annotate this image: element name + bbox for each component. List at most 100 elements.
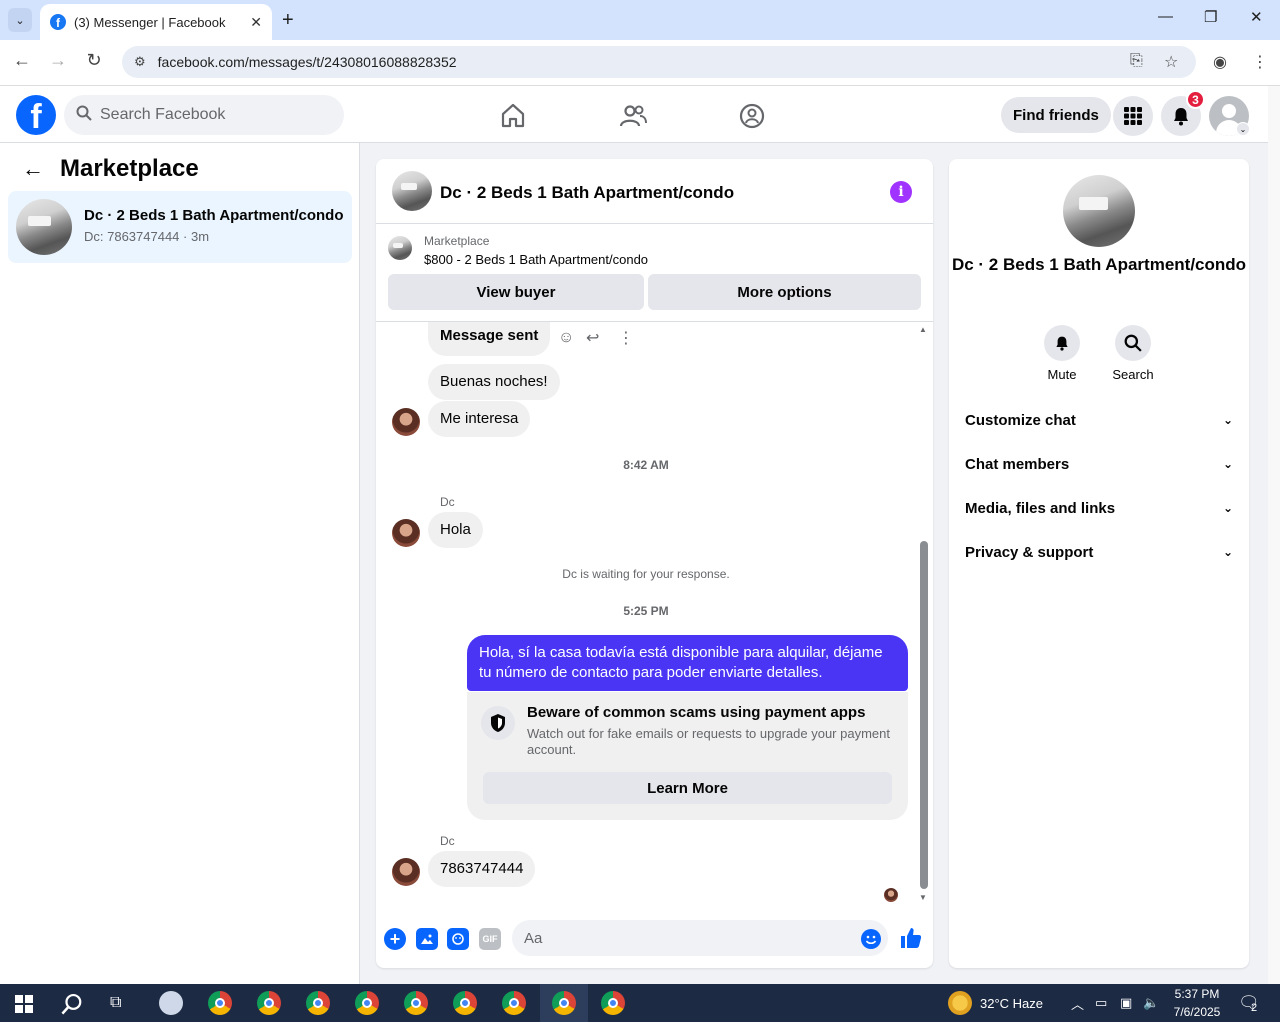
customize-chat-row[interactable]: Customize chat ⌄ — [965, 408, 1233, 432]
back-arrow-icon[interactable]: ← — [22, 156, 44, 182]
timestamp: 8:42 AM — [623, 458, 669, 472]
app-icon[interactable] — [159, 991, 183, 1015]
reload-icon[interactable]: ↻ — [82, 50, 106, 71]
sender-avatar[interactable] — [392, 519, 420, 547]
more-options-button[interactable]: More options — [648, 274, 921, 310]
bookmark-star-icon[interactable]: ☆ — [1164, 52, 1178, 72]
emoji-icon[interactable] — [861, 929, 881, 949]
task-view-icon[interactable]: ⧉ — [110, 994, 121, 1012]
chrome-icon[interactable] — [306, 991, 330, 1015]
message-bubble[interactable]: Message sent — [428, 322, 551, 356]
chrome-icon[interactable] — [502, 991, 526, 1015]
account-chevron-icon[interactable]: ⌄ — [1236, 122, 1250, 136]
restore-icon[interactable]: ❐ — [1204, 8, 1217, 26]
back-icon[interactable]: ← — [10, 50, 34, 71]
windows-start-icon[interactable] — [15, 995, 33, 1018]
message-bubble[interactable]: Me interesa — [428, 401, 531, 437]
chrome-icon[interactable] — [601, 991, 625, 1015]
profile-icon[interactable]: ◉ — [1213, 52, 1227, 72]
clock-time[interactable]: 5:37 PM — [1172, 987, 1222, 1001]
message-bubble[interactable]: Hola — [428, 512, 483, 548]
chat-info-thumbnail[interactable] — [1063, 175, 1135, 247]
browser-menu-icon[interactable]: ⋮ — [1252, 52, 1268, 72]
browser-toolbar: ← → ↻ ⚙ facebook.com/messages/t/24308016… — [0, 40, 1280, 86]
scroll-up-icon[interactable]: ▲ — [919, 325, 927, 334]
search-icon — [1115, 325, 1151, 361]
plus-icon[interactable]: + — [384, 928, 406, 950]
chat-info-title: Dc · 2 Beds 1 Bath Apartment/condo — [951, 255, 1247, 274]
tray-chevron-up-icon[interactable]: ︿ — [1071, 994, 1084, 1013]
find-friends-button[interactable]: Find friends — [1001, 97, 1111, 133]
chrome-icon[interactable] — [453, 991, 477, 1015]
row-label: Media, files and links — [965, 499, 1116, 517]
taskbar-search-icon[interactable] — [61, 993, 83, 1020]
row-label: Chat members — [965, 455, 1070, 473]
minimize-icon[interactable]: — — [1158, 8, 1173, 25]
privacy-support-row[interactable]: Privacy & support ⌄ — [965, 540, 1233, 564]
message-bubble[interactable]: Buenas noches! — [428, 364, 560, 400]
friends-icon[interactable] — [619, 102, 647, 130]
listing-title[interactable]: $800 - 2 Beds 1 Bath Apartment/condo — [424, 252, 648, 267]
my-message-bubble[interactable]: Hola, sí la casa todavía está disponible… — [467, 635, 908, 691]
forward-icon[interactable]: → — [46, 50, 70, 71]
address-bar[interactable]: ⚙ facebook.com/messages/t/24308016088828… — [122, 46, 1196, 78]
facebook-search-input[interactable] — [100, 106, 320, 124]
chrome-icon[interactable] — [355, 991, 379, 1015]
meet-icon[interactable]: ▣ — [1120, 995, 1132, 1011]
panel-header: ← Marketplace — [22, 155, 199, 183]
chevron-down-icon: ⌄ — [1222, 457, 1233, 471]
sticker-icon[interactable] — [447, 928, 469, 950]
chat-members-row[interactable]: Chat members ⌄ — [965, 452, 1233, 476]
tab-close-icon[interactable]: ✕ — [250, 14, 262, 31]
chrome-icon[interactable] — [208, 991, 232, 1015]
listing-thumbnail — [16, 199, 72, 255]
gif-icon[interactable]: GIF — [479, 928, 501, 950]
facebook-logo-icon[interactable]: f — [16, 95, 56, 135]
groups-icon[interactable] — [738, 102, 766, 130]
message-thread: Message sent ☺ ↩ ⋮ Buenas noches! Me int… — [376, 322, 933, 902]
react-emoji-icon[interactable]: ☺ — [558, 329, 574, 347]
home-icon[interactable] — [499, 102, 527, 130]
tab-title: (3) Messenger | Facebook — [74, 14, 226, 30]
browser-tab[interactable]: f (3) Messenger | Facebook ✕ — [40, 4, 272, 40]
shield-icon — [481, 706, 515, 740]
scroll-down-icon[interactable]: ▼ — [919, 893, 927, 902]
more-actions-icon[interactable]: ⋮ — [618, 328, 634, 348]
message-input[interactable] — [524, 929, 844, 947]
chrome-icon[interactable] — [257, 991, 281, 1015]
network-icon[interactable]: ▭ — [1095, 995, 1107, 1011]
weather-text[interactable]: 32°C Haze — [980, 996, 1043, 1011]
view-buyer-button[interactable]: View buyer — [388, 274, 644, 310]
window-close-icon[interactable]: ✕ — [1250, 8, 1263, 26]
message-input-box[interactable] — [512, 920, 888, 956]
clock-date[interactable]: 7/6/2025 — [1168, 1005, 1226, 1019]
media-files-links-row[interactable]: Media, files and links ⌄ — [965, 496, 1233, 520]
chevron-down-icon: ⌄ — [1222, 413, 1233, 427]
chat-thumbnail[interactable] — [392, 171, 432, 211]
sender-avatar[interactable] — [392, 858, 420, 886]
message-bubble[interactable]: 7863747444 — [428, 851, 536, 887]
chat-title[interactable]: Dc · 2 Beds 1 Bath Apartment/condo — [440, 183, 734, 203]
chrome-icon[interactable] — [552, 991, 576, 1015]
sender-avatar[interactable] — [392, 408, 420, 436]
page-scrollbar[interactable] — [1268, 86, 1280, 984]
weather-sun-icon[interactable] — [948, 991, 972, 1015]
menu-grid-icon[interactable] — [1113, 96, 1153, 136]
like-thumb-icon[interactable] — [899, 926, 923, 955]
mute-button[interactable]: Mute — [1032, 325, 1092, 382]
facebook-search[interactable] — [64, 95, 344, 135]
conversation-item[interactable]: Dc · 2 Beds 1 Bath Apartment/condo Dc: 7… — [8, 191, 352, 263]
photo-icon[interactable] — [416, 928, 438, 950]
search-conversation-button[interactable]: Search — [1103, 325, 1163, 382]
info-icon[interactable]: i — [890, 181, 912, 203]
chat-scrollbar-thumb[interactable] — [920, 541, 928, 889]
reply-icon[interactable]: ↩ — [586, 328, 599, 348]
sender-name: Dc — [440, 834, 455, 848]
new-tab-icon[interactable]: + — [282, 8, 294, 32]
chrome-icon[interactable] — [404, 991, 428, 1015]
tab-search-dropdown-icon[interactable]: ⌄ — [8, 8, 32, 32]
volume-icon[interactable]: 🔈 — [1143, 995, 1159, 1011]
learn-more-button[interactable]: Learn More — [483, 772, 892, 804]
install-app-icon[interactable]: ⎘ — [1130, 52, 1143, 70]
site-info-icon[interactable]: ⚙ — [134, 54, 146, 70]
